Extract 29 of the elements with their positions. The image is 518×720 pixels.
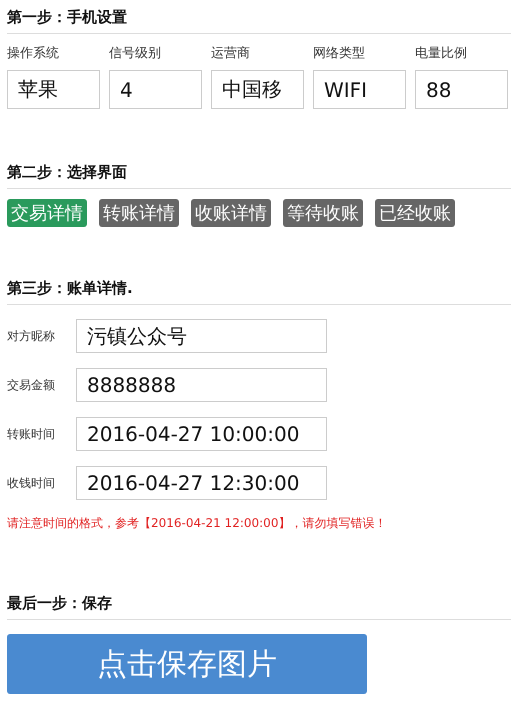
input-field[interactable]: 污镇公众号 — [76, 319, 327, 353]
field-label: 网络类型 — [313, 45, 366, 62]
option-button[interactable]: 等待收账 — [283, 199, 363, 227]
field-label: 操作系统 — [7, 45, 60, 62]
option-button[interactable]: 收账详情 — [191, 199, 271, 227]
field-label: 收钱时间 — [7, 474, 56, 492]
save-button[interactable]: 点击保存图片 — [7, 634, 367, 694]
field-label: 对方昵称 — [7, 328, 56, 344]
input-field[interactable]: 2016-04-27 12:30:00 — [76, 466, 327, 500]
field-label: 电量比例 — [415, 45, 468, 62]
option-button[interactable]: 转账详情 — [99, 199, 179, 227]
section-heading: 最后一步：保存 — [7, 594, 511, 620]
section-heading: 第二步：选择界面 — [7, 163, 511, 189]
input-field[interactable]: WIFI — [313, 70, 406, 109]
section-heading: 第三步：账单详情. — [7, 279, 511, 305]
warning-text: 请注意时间的格式，参考【2016-04-21 12:00:00】，请勿填写错误！ — [7, 515, 388, 532]
input-field[interactable]: 2016-04-27 10:00:00 — [76, 417, 327, 451]
field-label: 运营商 — [211, 45, 251, 62]
field-label: 转账时间 — [7, 426, 56, 442]
option-button[interactable]: 交易详情 — [7, 199, 87, 227]
field-label: 交易金额 — [7, 376, 56, 394]
input-field[interactable]: 4 — [109, 70, 202, 109]
section-heading: 第一步：手机设置 — [7, 8, 511, 34]
input-field[interactable]: 苹果 — [7, 70, 100, 109]
input-field[interactable]: 中国移 — [211, 70, 304, 109]
input-field[interactable]: 8888888 — [76, 368, 327, 402]
option-button[interactable]: 已经收账 — [375, 199, 455, 227]
input-field[interactable]: 88 — [415, 70, 508, 109]
field-label: 信号级别 — [109, 45, 162, 62]
